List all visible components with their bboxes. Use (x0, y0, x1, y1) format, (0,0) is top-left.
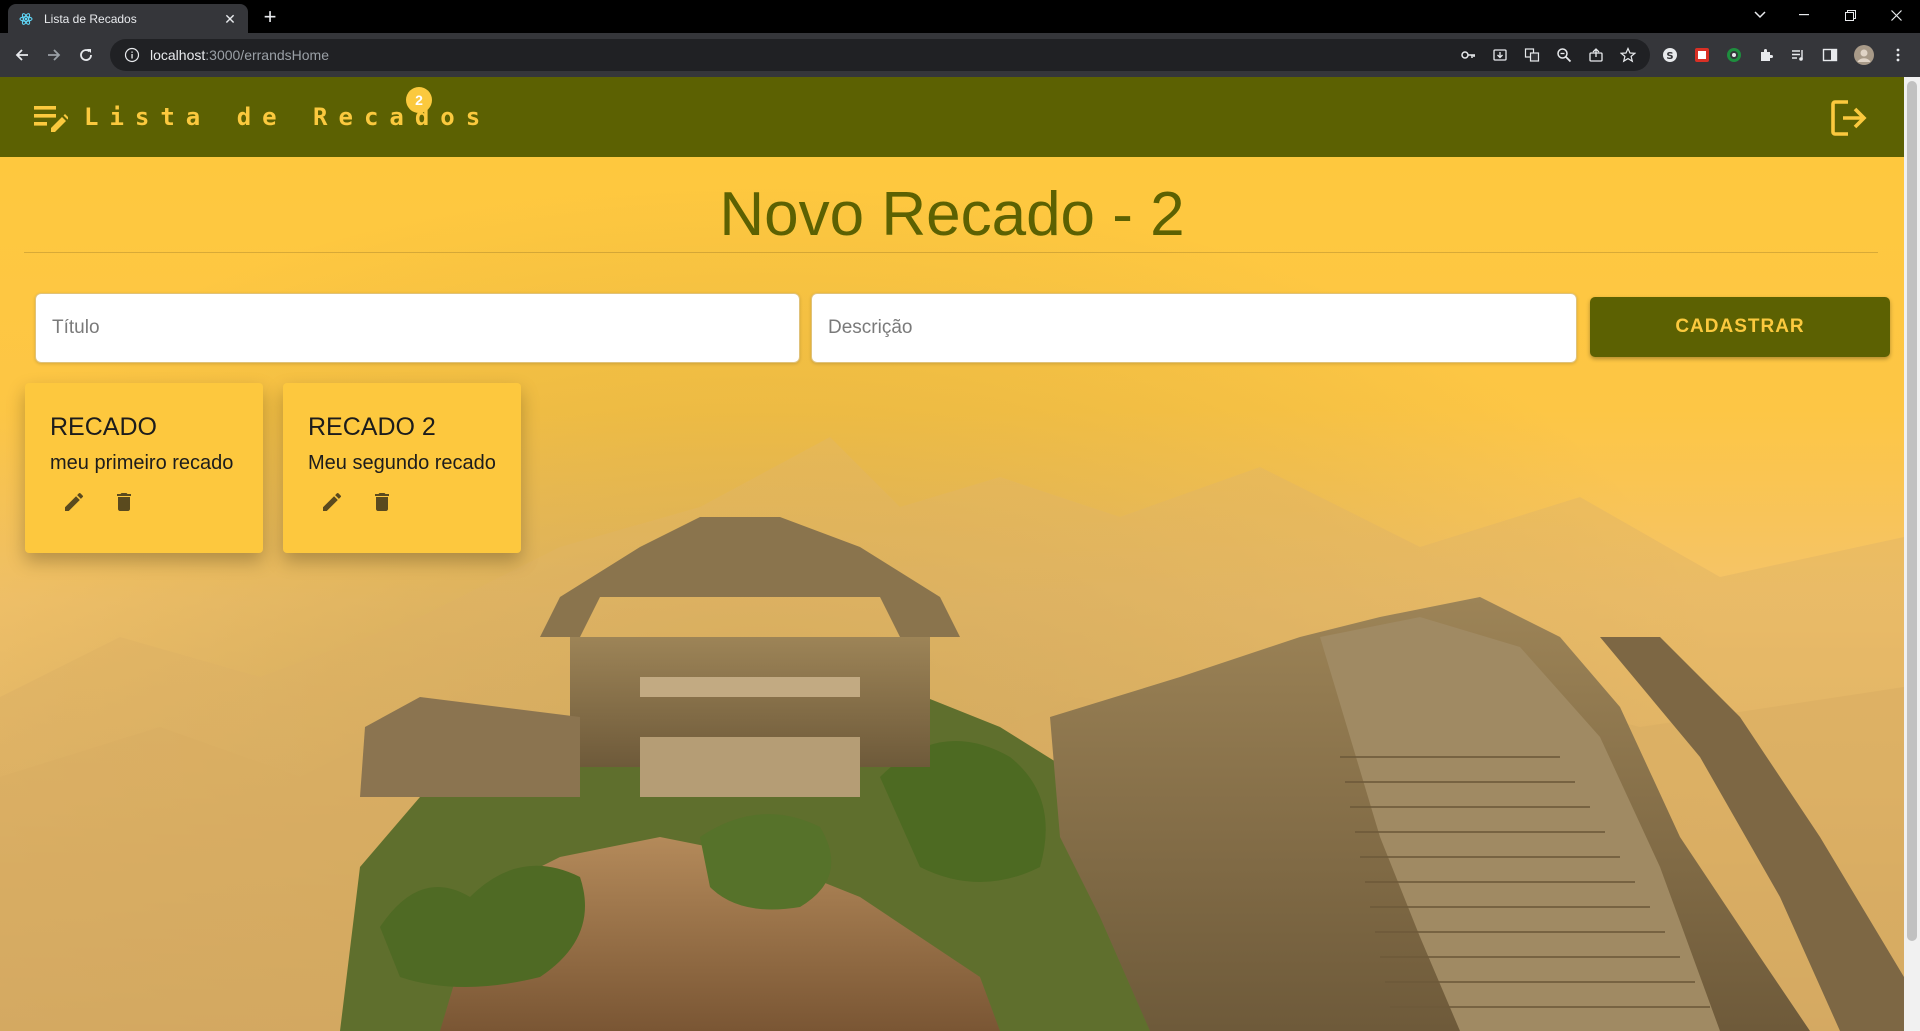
extensions-puzzle-icon[interactable] (1758, 47, 1774, 63)
edit-icon[interactable] (61, 489, 87, 515)
description-field[interactable] (811, 293, 1577, 363)
tab-search-icon[interactable] (1746, 0, 1774, 30)
errands-count-badge: 2 (406, 87, 432, 113)
errand-title: RECADO 2 (308, 413, 436, 441)
edit-note-icon (34, 106, 68, 132)
install-app-icon[interactable] (1492, 47, 1508, 63)
back-icon[interactable] (6, 39, 38, 71)
address-bar[interactable]: localhost:3000/errandsHome (110, 39, 1650, 71)
app-header: Lista de Recados 2 (0, 77, 1904, 157)
close-window-icon[interactable] (1882, 0, 1910, 30)
green-extension-icon[interactable] (1726, 47, 1742, 63)
delete-icon[interactable] (111, 489, 137, 515)
red-extension-icon[interactable] (1694, 47, 1710, 63)
extensions-area: S (1662, 33, 1906, 77)
key-icon[interactable] (1460, 47, 1476, 63)
delete-icon[interactable] (369, 489, 395, 515)
title-field[interactable] (35, 293, 800, 363)
description-input[interactable] (828, 294, 1576, 362)
errand-description: Meu segundo recado (308, 452, 496, 474)
errand-card: RECADO meu primeiro recado (25, 383, 263, 553)
media-control-icon[interactable] (1790, 47, 1806, 63)
restore-icon[interactable] (1836, 0, 1864, 30)
minimize-icon[interactable] (1790, 0, 1818, 30)
url-host: localhost (150, 47, 206, 63)
scrollbar-thumb[interactable] (1907, 81, 1917, 941)
profile-avatar-icon[interactable] (1854, 45, 1874, 65)
translate-icon[interactable] (1524, 47, 1540, 63)
page-viewport: Lista de Recados 2 Novo Recado - 2 CADAS… (0, 77, 1904, 1031)
cadastrar-button[interactable]: CADASTRAR (1590, 297, 1890, 357)
errand-card: RECADO 2 Meu segundo recado (283, 383, 521, 553)
brand-title: Lista de Recados (84, 103, 492, 131)
title-input[interactable] (52, 294, 799, 362)
page-title: Novo Recado - 2 (719, 180, 1185, 249)
site-info-icon[interactable] (124, 47, 140, 63)
reload-icon[interactable] (70, 39, 102, 71)
side-panel-icon[interactable] (1822, 47, 1838, 63)
svg-text:S: S (1666, 51, 1673, 62)
new-tab-icon[interactable]: + (258, 6, 282, 30)
zoom-icon[interactable] (1556, 47, 1572, 63)
share-icon[interactable] (1588, 47, 1604, 63)
browser-tab-strip: Lista de Recados ✕ + (0, 0, 1920, 33)
errand-title: RECADO (50, 413, 157, 441)
errand-description: meu primeiro recado (50, 452, 234, 474)
browser-tab[interactable]: Lista de Recados ✕ (8, 4, 248, 33)
react-favicon-icon (18, 11, 34, 27)
forward-icon[interactable] (38, 39, 70, 71)
skype-extension-icon[interactable]: S (1662, 47, 1678, 63)
tab-close-icon[interactable]: ✕ (222, 11, 238, 27)
title-divider (24, 252, 1878, 253)
url-path: :3000/errandsHome (205, 47, 330, 63)
edit-icon[interactable] (319, 489, 345, 515)
bookmark-star-icon[interactable] (1620, 47, 1636, 63)
tab-title: Lista de Recados (44, 11, 137, 26)
browser-menu-icon[interactable] (1890, 47, 1906, 63)
page-scrollbar[interactable] (1904, 77, 1920, 1031)
logout-icon[interactable] (1830, 99, 1870, 137)
browser-toolbar: localhost:3000/errandsHome (0, 33, 1920, 77)
